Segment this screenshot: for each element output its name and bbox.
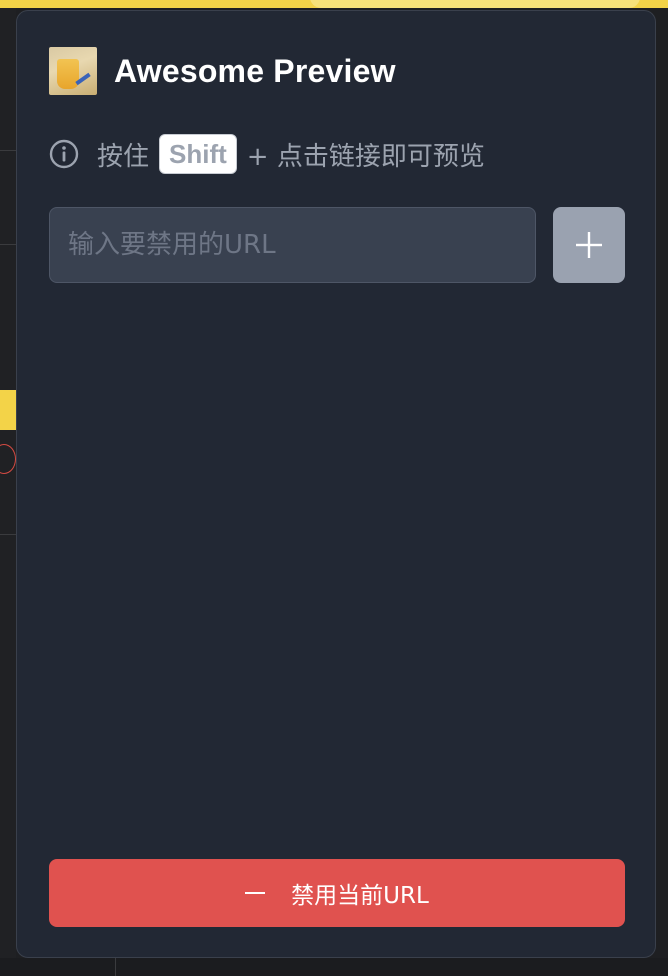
- url-input[interactable]: [49, 207, 536, 283]
- hint-prefix: 按住: [97, 141, 150, 172]
- add-url-button[interactable]: [553, 207, 625, 283]
- extension-popup: Awesome Preview 按住 Shift + 点击链接即可预览 禁用当前…: [16, 10, 656, 958]
- background-left-strip: [0, 8, 16, 976]
- background-divider: [0, 150, 16, 151]
- plus-icon: [576, 232, 602, 258]
- background-divider: [0, 244, 16, 245]
- background-bottom-bar: [0, 958, 668, 976]
- hint-suffix: + 点击链接即可预览: [246, 141, 485, 172]
- popup-header: Awesome Preview: [49, 47, 396, 95]
- drink-cup-icon: [49, 47, 97, 95]
- shift-key-badge: Shift: [159, 134, 237, 174]
- app-title: Awesome Preview: [114, 52, 396, 89]
- shortcut-hint: 按住 Shift + 点击链接即可预览: [49, 132, 485, 176]
- disable-current-url-button[interactable]: 禁用当前URL: [49, 859, 625, 927]
- info-icon: [49, 139, 79, 169]
- background-address-pill: [310, 0, 640, 8]
- background-divider: [115, 958, 116, 976]
- minus-icon: [245, 892, 266, 894]
- disable-button-label: 禁用当前URL: [291, 883, 429, 909]
- background-divider: [0, 534, 16, 535]
- background-yellow-tab: [0, 390, 16, 430]
